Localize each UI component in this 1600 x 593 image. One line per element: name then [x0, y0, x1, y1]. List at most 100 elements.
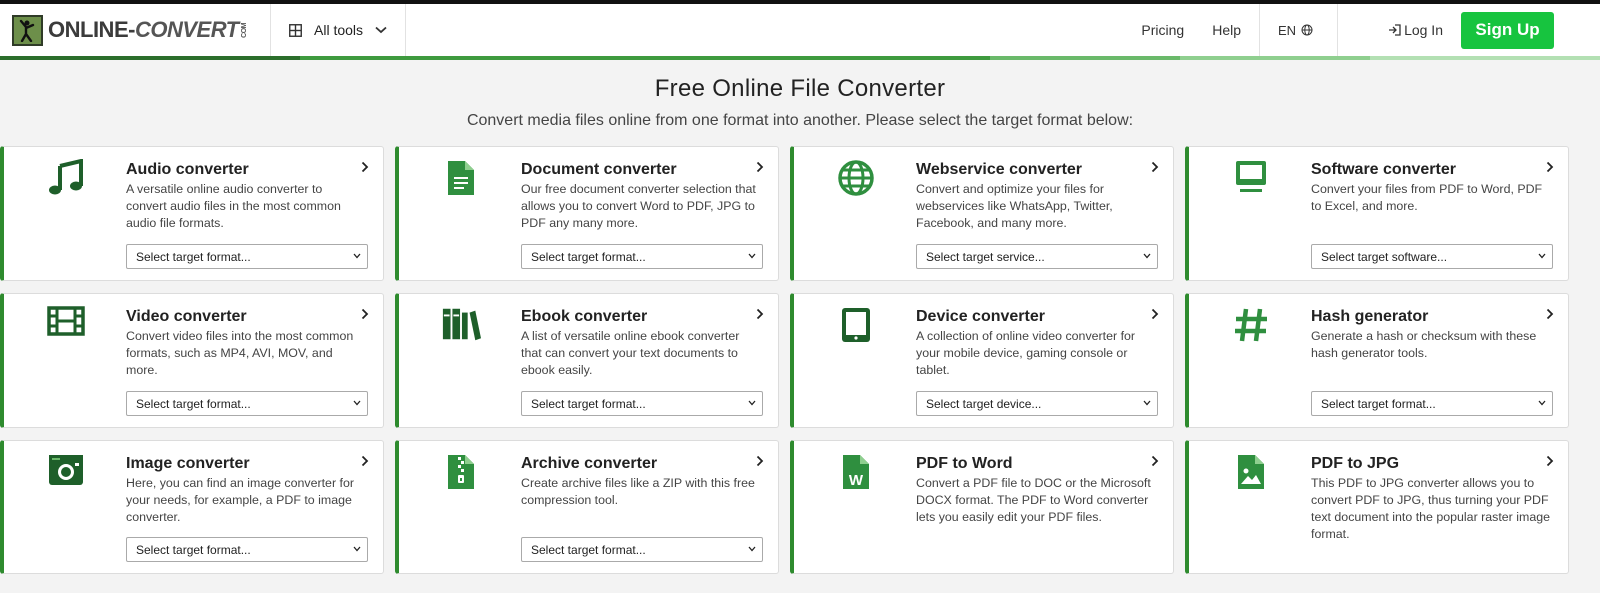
chevron-right-icon: [1151, 160, 1159, 178]
login-link[interactable]: Log In: [1388, 22, 1443, 38]
chevron-down-icon: [1143, 400, 1151, 406]
card-description: Convert a PDF file to DOC or the Microso…: [916, 476, 1151, 524]
card-archive-converter[interactable]: Archive converter Create archive files l…: [395, 440, 779, 574]
target-format-select[interactable]: Select target format...: [126, 537, 368, 562]
card-description: Convert video files into the most common…: [126, 329, 354, 377]
music-note-icon: [46, 159, 86, 199]
target-format-select[interactable]: Select target format...: [1311, 391, 1553, 416]
card-audio-converter[interactable]: Audio converter A versatile online audio…: [0, 146, 384, 281]
card-title: Image converter: [126, 455, 250, 472]
select-value: Select target format...: [1321, 396, 1436, 411]
document-icon: [441, 159, 481, 199]
card-pdf-to-word[interactable]: W PDF to Word Convert a PDF file to DOC …: [790, 440, 1174, 574]
language-selector[interactable]: EN: [1259, 4, 1339, 56]
globe-icon: [1301, 24, 1313, 36]
card-hash-generator[interactable]: Hash generator Generate a hash or checks…: [1185, 293, 1569, 428]
chevron-down-icon: [748, 400, 756, 406]
globe-icon: [836, 159, 876, 199]
card-description: A list of versatile online ebook convert…: [521, 329, 740, 377]
card-video-converter[interactable]: Video converter Convert video files into…: [0, 293, 384, 428]
select-value: Select target format...: [136, 396, 251, 411]
target-format-select[interactable]: Select target format...: [521, 244, 763, 269]
select-value: Select target service...: [926, 249, 1045, 264]
all-tools-label: All tools: [314, 22, 364, 38]
chevron-right-icon: [361, 454, 369, 472]
header-progress-bar: [0, 56, 1600, 60]
camera-icon: [46, 453, 86, 493]
chevron-right-icon: [1151, 307, 1159, 325]
card-title: Video converter: [126, 308, 247, 325]
books-icon: [441, 306, 481, 346]
card-title: Hash generator: [1311, 308, 1429, 325]
card-description: Create archive files like a ZIP with thi…: [521, 476, 755, 507]
card-description: A collection of online video converter f…: [916, 329, 1136, 377]
hero-section: Free Online File Converter Convert media…: [0, 60, 1600, 130]
card-title: Archive converter: [521, 455, 658, 472]
site-header: ONLINE- CONVERT COM All tools Pricing He…: [0, 4, 1600, 56]
chevron-down-icon: [1538, 400, 1546, 406]
select-value: Select target format...: [136, 249, 251, 264]
card-document-converter[interactable]: Document converter Our free document con…: [395, 146, 779, 281]
word-file-icon: W: [836, 453, 876, 493]
target-format-select[interactable]: Select target format...: [521, 537, 763, 562]
card-description: This PDF to JPG converter allows you to …: [1311, 476, 1550, 541]
chevron-right-icon: [1151, 454, 1159, 472]
card-description: A versatile online audio converter to co…: [126, 182, 341, 230]
target-format-select[interactable]: Select target format...: [126, 391, 368, 416]
select-value: Select target format...: [531, 249, 646, 264]
card-pdf-to-jpg[interactable]: PDF to JPG This PDF to JPG converter all…: [1185, 440, 1569, 574]
zip-file-icon: [441, 453, 481, 493]
grid-icon: [289, 23, 302, 37]
card-title: Document converter: [521, 161, 677, 178]
film-icon: [46, 306, 86, 346]
help-link[interactable]: Help: [1198, 22, 1255, 38]
card-title: Webservice converter: [916, 161, 1083, 178]
page-title: Free Online File Converter: [654, 75, 946, 102]
select-value: Select target format...: [531, 396, 646, 411]
select-value: Select target software...: [1321, 249, 1448, 264]
chevron-right-icon: [1546, 307, 1554, 325]
chevron-down-icon: [748, 253, 756, 259]
card-webservice-converter[interactable]: Webservice converter Convert and optimiz…: [790, 146, 1174, 281]
language-label: EN: [1278, 22, 1297, 38]
card-description: Generate a hash or checksum with these h…: [1311, 329, 1537, 360]
pricing-link[interactable]: Pricing: [1127, 22, 1198, 38]
logo-mark-icon: [12, 14, 43, 46]
image-file-icon: [1231, 453, 1271, 493]
all-tools-menu[interactable]: All tools: [271, 4, 407, 56]
target-format-select[interactable]: Select target format...: [126, 244, 368, 269]
chevron-right-icon: [361, 307, 369, 325]
target-device-select[interactable]: Select target device...: [916, 391, 1158, 416]
select-value: Select target device...: [926, 396, 1042, 411]
chevron-down-icon: [353, 400, 361, 406]
svg-text:W: W: [849, 472, 864, 489]
chevron-down-icon: [375, 26, 387, 34]
card-title: Device converter: [916, 308, 1045, 325]
logo-text-convert: CONVERT: [134, 17, 239, 42]
chevron-right-icon: [361, 160, 369, 178]
card-ebook-converter[interactable]: Ebook converter A list of versatile onli…: [395, 293, 779, 428]
signup-button[interactable]: Sign Up: [1461, 11, 1554, 49]
card-software-converter[interactable]: Software converter Convert your files fr…: [1185, 146, 1569, 281]
monitor-icon: [1231, 159, 1271, 199]
logo-text-main: ONLINE-: [48, 17, 135, 42]
chevron-down-icon: [353, 546, 361, 552]
card-title: Ebook converter: [521, 308, 648, 325]
chevron-right-icon: [756, 160, 764, 178]
login-icon: [1389, 24, 1401, 36]
tablet-icon: [836, 306, 876, 346]
select-value: Select target format...: [531, 542, 646, 557]
site-logo[interactable]: ONLINE- CONVERT COM: [0, 4, 271, 56]
target-format-select[interactable]: Select target format...: [521, 391, 763, 416]
card-device-converter[interactable]: Device converter A collection of online …: [790, 293, 1174, 428]
card-description: Here, you can find an image converter fo…: [126, 476, 354, 524]
chevron-down-icon: [353, 253, 361, 259]
target-software-select[interactable]: Select target software...: [1311, 244, 1553, 269]
hash-icon: [1231, 306, 1271, 346]
target-service-select[interactable]: Select target service...: [916, 244, 1158, 269]
chevron-down-icon: [1143, 253, 1151, 259]
card-image-converter[interactable]: Image converter Here, you can find an im…: [0, 440, 384, 574]
select-value: Select target format...: [136, 542, 251, 557]
chevron-right-icon: [756, 307, 764, 325]
card-description: Convert your files from PDF to Word, PDF…: [1311, 182, 1543, 213]
